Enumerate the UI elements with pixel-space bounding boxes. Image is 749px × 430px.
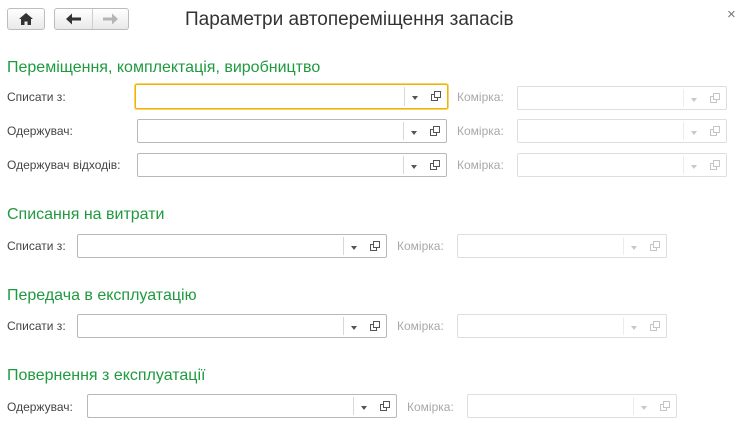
open-icon[interactable] bbox=[425, 154, 446, 176]
arrow-left-icon bbox=[66, 13, 81, 25]
forward-button[interactable] bbox=[93, 9, 128, 29]
back-button[interactable] bbox=[55, 9, 93, 29]
open-icon bbox=[705, 154, 726, 176]
cell-label: Комірка: bbox=[407, 400, 454, 414]
open-icon[interactable] bbox=[365, 315, 386, 337]
open-icon[interactable] bbox=[425, 120, 446, 142]
window-title: Параметри автопереміщення запасів bbox=[185, 9, 514, 30]
open-icon bbox=[645, 235, 666, 257]
chevron-down-icon[interactable] bbox=[343, 317, 364, 335]
write-off-from-label: Списати з: bbox=[7, 90, 66, 104]
open-icon[interactable] bbox=[375, 395, 396, 417]
cell-label: Комірка: bbox=[397, 319, 444, 333]
chevron-down-icon bbox=[683, 89, 704, 107]
chevron-down-icon bbox=[623, 237, 644, 255]
cell-field bbox=[467, 394, 677, 418]
open-icon bbox=[645, 315, 666, 337]
cell-field bbox=[517, 86, 727, 110]
recipient-field[interactable] bbox=[137, 119, 447, 143]
section-title-moving: Переміщення, комплектація, виробництво bbox=[7, 59, 321, 76]
open-icon bbox=[705, 87, 726, 109]
recipient-label: Одержувач: bbox=[7, 124, 73, 138]
close-icon[interactable]: × bbox=[727, 7, 736, 23]
cell-field bbox=[517, 119, 727, 143]
chevron-down-icon bbox=[683, 156, 704, 174]
write-off-from-label: Списати з: bbox=[7, 319, 66, 333]
cell-label: Комірка: bbox=[397, 239, 444, 253]
chevron-down-icon bbox=[623, 317, 644, 335]
operation-write-off-from-field[interactable] bbox=[77, 314, 387, 338]
cell-label: Комірка: bbox=[457, 158, 504, 172]
cell-field bbox=[457, 234, 667, 258]
write-off-from-field[interactable] bbox=[135, 84, 448, 109]
cell-field bbox=[517, 153, 727, 177]
nav-buttons-group bbox=[54, 8, 129, 30]
open-icon bbox=[655, 395, 676, 417]
section-title-expenses: Списання на витрати bbox=[7, 206, 165, 223]
recipient-label: Одержувач: bbox=[7, 400, 73, 414]
cell-label: Комірка: bbox=[457, 90, 504, 104]
home-button[interactable] bbox=[7, 8, 45, 30]
chevron-down-icon bbox=[683, 122, 704, 140]
section-title-return: Повернення з експлуатації bbox=[7, 367, 206, 384]
home-icon bbox=[19, 13, 33, 25]
cell-field bbox=[457, 314, 667, 338]
waste-recipient-field[interactable] bbox=[137, 153, 447, 177]
open-icon[interactable] bbox=[426, 85, 447, 108]
arrow-right-icon bbox=[103, 13, 118, 25]
section-title-operation: Передача в експлуатацію bbox=[7, 287, 197, 304]
chevron-down-icon[interactable] bbox=[353, 397, 374, 415]
expenses-write-off-from-field[interactable] bbox=[77, 234, 387, 258]
open-icon[interactable] bbox=[365, 235, 386, 257]
chevron-down-icon[interactable] bbox=[403, 156, 424, 174]
chevron-down-icon[interactable] bbox=[403, 122, 424, 140]
open-icon bbox=[705, 120, 726, 142]
chevron-down-icon[interactable] bbox=[343, 237, 364, 255]
waste-recipient-label: Одержувач відходів: bbox=[7, 158, 121, 172]
write-off-from-label: Списати з: bbox=[7, 239, 66, 253]
return-recipient-field[interactable] bbox=[87, 394, 397, 418]
chevron-down-icon bbox=[633, 397, 654, 415]
chevron-down-icon[interactable] bbox=[404, 87, 425, 106]
cell-label: Комірка: bbox=[457, 124, 504, 138]
